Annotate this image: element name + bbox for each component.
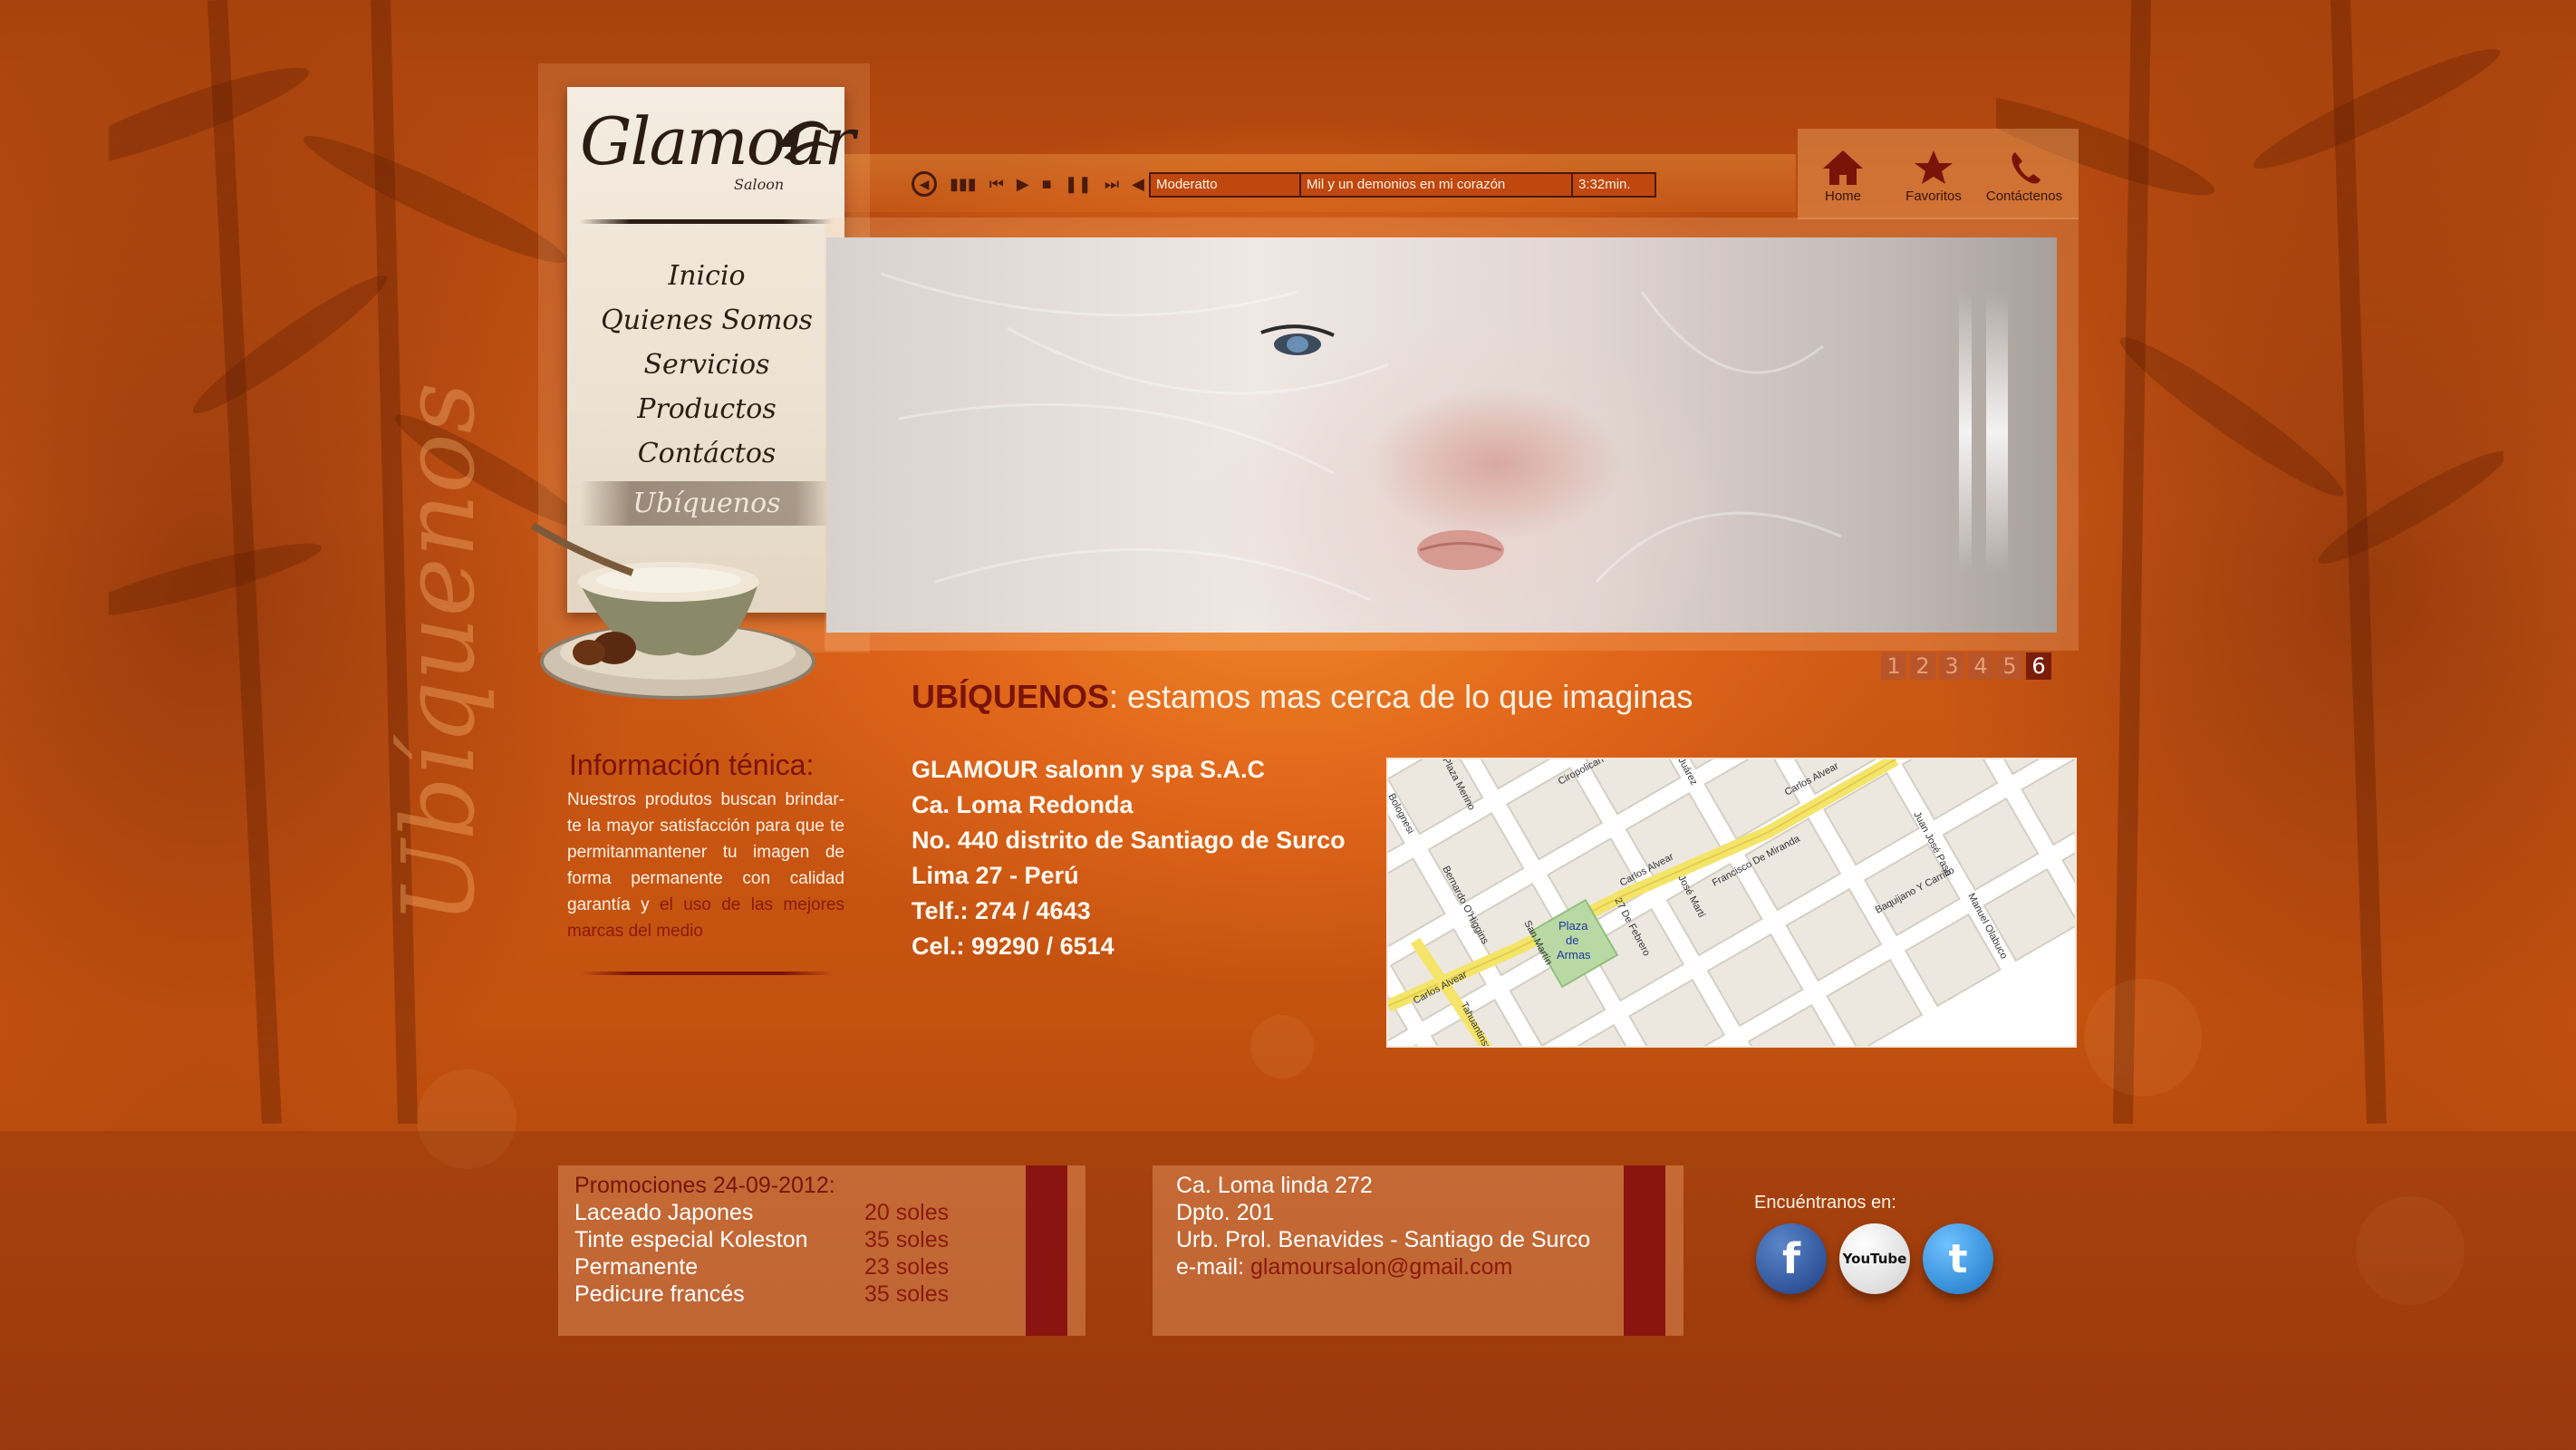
promotions-title: Promociones 24-09-2012: — [574, 1173, 835, 1198]
favorites-label: Favoritos — [1905, 188, 1962, 204]
home-label: Home — [1824, 188, 1861, 204]
promo-item: Laceado Japones 20 soles — [574, 1200, 955, 1226]
nav-item-productos[interactable]: Productos — [580, 387, 834, 431]
email-link[interactable]: glamoursalon@gmail.com — [1250, 1254, 1512, 1280]
track-info-bar: Moderatto Mil y un demonios en mi corazó… — [1149, 172, 1656, 198]
contact-street: Ca. Loma linda 272 — [1176, 1173, 1373, 1198]
map-plaza-label-2: de — [1566, 933, 1578, 947]
contact-accent-bar — [1624, 1165, 1665, 1336]
address-cell: Cel.: 99290 / 6514 — [912, 933, 1114, 960]
hero-banner-image — [826, 237, 2057, 633]
contact-link[interactable]: Contáctenos — [1979, 147, 2069, 204]
home-icon — [1823, 150, 1863, 185]
address-phone: Telf.: 274 / 4643 — [912, 897, 1091, 924]
bokeh-light — [1250, 1015, 1314, 1078]
logo-subtitle: Saloon — [734, 176, 785, 193]
equalizer-icon[interactable]: ▮▮▮ — [950, 175, 977, 193]
track-title: Mil y un demonios en mi corazón — [1301, 174, 1573, 196]
hero-portrait-art — [880, 272, 1842, 602]
promo-item-price: 23 soles — [864, 1254, 950, 1280]
pager-button-1[interactable]: 1 — [1881, 652, 1906, 680]
star-icon — [1915, 150, 1953, 184]
youtube-icon[interactable]: YouTube — [1839, 1223, 1910, 1294]
pager-button-3[interactable]: 3 — [1939, 652, 1964, 680]
phone-icon — [2012, 152, 2041, 184]
bokeh-light — [2084, 979, 2202, 1097]
social-title: Encuéntranos en: — [1754, 1193, 1896, 1213]
contact-label: Contáctenos — [1985, 188, 2063, 204]
info-title: Información ténica: — [569, 749, 815, 781]
nav-item-servicios[interactable]: Servicios — [580, 343, 834, 387]
contact-apartment: Dpto. 201 — [1176, 1200, 1275, 1225]
address-street: Ca. Loma Redonda — [912, 791, 1134, 818]
twitter-icon[interactable]: t — [1923, 1223, 1993, 1294]
track-duration: 3:32min. — [1578, 177, 1631, 192]
track-style: Moderatto — [1151, 174, 1301, 196]
pager-button-4[interactable]: 4 — [1968, 652, 1993, 680]
promo-item-price: 35 soles — [864, 1227, 950, 1252]
favorites-link[interactable]: Favoritos — [1888, 147, 1979, 204]
music-player: ◀ ▮▮▮ ⏮ ▶ ■ ❚❚ ⏭ ◀ — [912, 169, 1144, 199]
map-graphic: Plaza de Armas Carlos Alvear Carlos Alve… — [1388, 759, 2075, 1046]
promotions-accent-bar — [1026, 1165, 1067, 1336]
banner-pager: 1 2 3 4 5 6 — [1881, 652, 2051, 680]
contact-email-line: e-mail: glamoursalon@gmail.com — [1176, 1254, 1512, 1281]
logo-swirl-icon — [779, 121, 835, 160]
map-plaza-label-3: Armas — [1557, 948, 1591, 962]
facebook-icon[interactable]: f — [1756, 1223, 1827, 1294]
promo-item-name: Permanente — [574, 1254, 699, 1280]
nav-item-quienes-somos[interactable]: Quienes Somos — [580, 298, 834, 343]
rewind-icon[interactable]: ◀ — [1132, 175, 1144, 193]
promo-item: Tinte especial Koleston 35 soles — [574, 1227, 955, 1253]
logo-underline — [580, 219, 834, 224]
page-title-rest: : estamos mas cerca de lo que imaginas — [1109, 678, 1693, 715]
pager-button-6[interactable]: 6 — [2026, 652, 2051, 680]
banner-light-bar — [1986, 292, 2008, 573]
promo-item-name: Tinte especial Koleston — [574, 1227, 808, 1252]
page-title-strong: UBÍQUENOS — [912, 678, 1110, 715]
address-city: Lima 27 - Perú — [912, 862, 1079, 889]
twitter-glyph: t — [1948, 1235, 1968, 1282]
pause-icon[interactable]: ❚❚ — [1065, 175, 1092, 193]
map-plaza-label-1: Plaza — [1558, 919, 1588, 933]
facebook-glyph: f — [1781, 1234, 1800, 1283]
info-body: Nuestros produtos buscan brindar-te la m… — [567, 787, 844, 944]
previous-track-icon[interactable]: ⏮ — [989, 175, 1004, 193]
contact-box: Ca. Loma linda 272 Dpto. 201 Urb. Prol. … — [1153, 1165, 1684, 1336]
youtube-glyph: YouTube — [1842, 1251, 1907, 1267]
main-nav: Inicio Quienes Somos Servicios Productos… — [580, 254, 834, 526]
nav-item-contactos[interactable]: Contáctos — [580, 431, 834, 476]
promo-item-name: Pedicure francés — [574, 1281, 745, 1307]
promo-item: Permanente 23 soles — [574, 1254, 955, 1281]
volume-icon[interactable]: ◀ — [912, 171, 937, 197]
logo[interactable]: Glamour Saloon — [580, 98, 855, 198]
spa-bowl-decoration — [530, 522, 815, 700]
info-divider — [580, 972, 834, 975]
address-block: GLAMOUR salonn y spa S.A.C Ca. Loma Redo… — [912, 752, 1346, 964]
address-number: No. 440 distrito de Santiago de Surco — [912, 826, 1346, 854]
play-icon[interactable]: ▶ — [1017, 175, 1029, 193]
home-link[interactable]: Home — [1798, 147, 1888, 204]
location-map[interactable]: Plaza de Armas Carlos Alvear Carlos Alve… — [1386, 758, 2077, 1048]
side-watermark-word: Ubíquenos — [381, 382, 497, 924]
promotions-box: Promociones 24-09-2012: Laceado Japones … — [558, 1165, 1085, 1336]
promo-item-name: Laceado Japones — [574, 1200, 754, 1225]
email-label: e-mail: — [1176, 1254, 1250, 1280]
next-track-icon[interactable]: ⏭ — [1105, 175, 1119, 193]
nav-item-inicio[interactable]: Inicio — [580, 254, 834, 298]
stop-icon[interactable]: ■ — [1042, 175, 1052, 193]
pager-button-2[interactable]: 2 — [1910, 652, 1935, 680]
pager-button-5[interactable]: 5 — [1997, 652, 2022, 680]
top-nav: Home Favoritos Contáctenos — [1798, 129, 2079, 219]
promo-item-price: 35 soles — [864, 1281, 950, 1307]
promo-item: Pedicure francés 35 soles — [574, 1281, 955, 1308]
contact-district: Urb. Prol. Benavides - Santiago de Surco — [1176, 1227, 1591, 1252]
page-title: UBÍQUENOS: estamos mas cerca de lo que i… — [912, 678, 1693, 716]
address-company: GLAMOUR salonn y spa S.A.C — [912, 756, 1266, 783]
banner-light-bar — [1959, 292, 1972, 573]
promo-item-price: 20 soles — [864, 1200, 950, 1225]
